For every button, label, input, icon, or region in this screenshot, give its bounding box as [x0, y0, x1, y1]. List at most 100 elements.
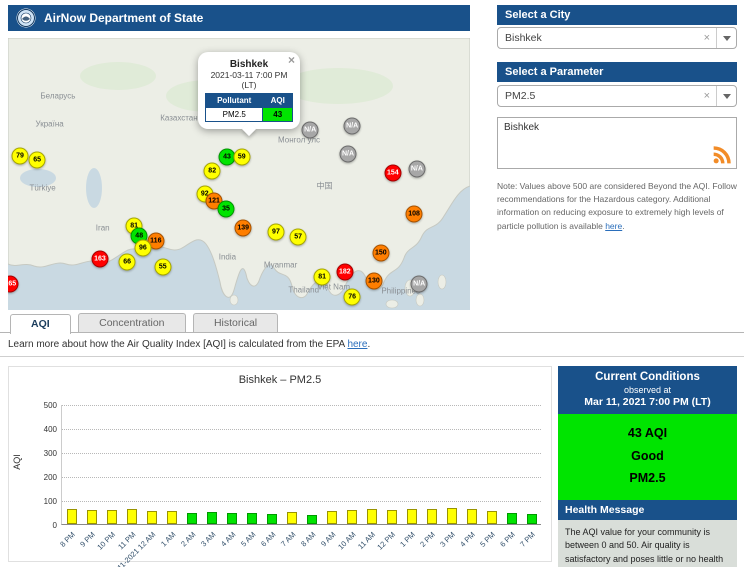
- chart-xtick: 1 PM: [399, 530, 418, 549]
- chart-bar[interactable]: [467, 509, 477, 524]
- aqi-marker[interactable]: 163: [91, 250, 108, 267]
- chart-bar[interactable]: [207, 512, 217, 524]
- chart-bar[interactable]: [427, 509, 437, 524]
- city-dropdown-icon[interactable]: [716, 28, 736, 48]
- aqi-marker[interactable]: N/A: [302, 122, 319, 139]
- note-suffix: .: [622, 221, 624, 231]
- aqi-marker[interactable]: 96: [134, 239, 151, 256]
- chart-bar[interactable]: [107, 510, 117, 524]
- chart-xtick: 2 PM: [419, 530, 438, 549]
- aqi-marker[interactable]: 82: [204, 163, 221, 180]
- aqi-marker[interactable]: 59: [233, 149, 250, 166]
- chart-xtick: 7 AM: [279, 530, 297, 548]
- chart-bar[interactable]: [67, 509, 77, 524]
- chart-xtick: 8 AM: [299, 530, 317, 548]
- chart-xtick: 3 AM: [199, 530, 217, 548]
- chart-bar[interactable]: [527, 514, 537, 524]
- tab-bar: AQI Concentration Historical: [0, 313, 744, 333]
- chart-ytick: 100: [15, 497, 57, 506]
- app-title: AirNow Department of State: [44, 11, 203, 25]
- chart-bar[interactable]: [87, 510, 97, 524]
- chart-ytick: 300: [15, 449, 57, 458]
- chart-gridline: [62, 429, 541, 430]
- popup-close-icon[interactable]: ×: [288, 54, 295, 66]
- learn-more-line: Learn more about how the Air Quality Ind…: [8, 339, 370, 350]
- map-canvas[interactable]: БеларусьУкраїнаКазахстанМонгол улс中国Türk…: [8, 38, 470, 310]
- chart-xtick: 6 PM: [499, 530, 518, 549]
- learn-more-text: Learn more about how the Air Quality Ind…: [8, 339, 347, 350]
- parameter-dropdown-icon[interactable]: [716, 86, 736, 106]
- aqi-marker[interactable]: 165: [8, 275, 19, 292]
- aqi-marker[interactable]: 130: [365, 272, 382, 289]
- chart-xtick: 6 AM: [259, 530, 277, 548]
- city-clear-icon[interactable]: ×: [698, 32, 716, 44]
- current-conditions-panel: Current Conditions observed at Mar 11, 2…: [558, 366, 737, 567]
- chart-title: Bishkek – PM2.5: [9, 374, 551, 386]
- observed-at-value: Mar 11, 2021 7:00 PM (LT): [562, 396, 733, 408]
- parameter-clear-icon[interactable]: ×: [698, 90, 716, 102]
- rss-icon[interactable]: [712, 145, 732, 165]
- chart-bar[interactable]: [267, 514, 277, 524]
- chart-bar[interactable]: [507, 513, 517, 524]
- chart-bar[interactable]: [167, 511, 177, 524]
- current-conditions-header: Current Conditions observed at Mar 11, 2…: [558, 366, 737, 414]
- chart-gridline: [62, 453, 541, 454]
- aqi-marker[interactable]: 57: [290, 228, 307, 245]
- chart-xtick: 7 PM: [519, 530, 538, 549]
- chart-bar[interactable]: [407, 509, 417, 524]
- chart-bar[interactable]: [127, 509, 137, 524]
- tab-historical[interactable]: Historical: [193, 313, 278, 332]
- divider: [0, 356, 744, 357]
- aqi-value-box: 43 AQI Good PM2.5: [558, 414, 737, 500]
- popup-col-aqi: AQI: [263, 94, 293, 108]
- aqi-marker[interactable]: 79: [12, 148, 29, 165]
- popup-timezone: (LT): [205, 80, 293, 90]
- note-here-link[interactable]: here: [605, 221, 622, 231]
- chart-bar[interactable]: [447, 508, 457, 524]
- chart-bar[interactable]: [367, 509, 377, 524]
- chart-bar[interactable]: [327, 511, 337, 524]
- aqi-marker[interactable]: 97: [267, 223, 284, 240]
- chart-bar[interactable]: [387, 510, 397, 524]
- aqi-marker[interactable]: N/A: [411, 276, 428, 293]
- chart-ytick: 500: [15, 401, 57, 410]
- chart-bar[interactable]: [487, 511, 497, 524]
- aqi-value: 43 AQI: [558, 422, 737, 445]
- aqi-marker[interactable]: 65: [29, 152, 46, 169]
- chart-xtick: 9 AM: [319, 530, 337, 548]
- select-city-header: Select a City: [497, 5, 737, 25]
- aqi-marker[interactable]: 182: [336, 263, 353, 280]
- aqi-marker[interactable]: 76: [344, 288, 361, 305]
- learn-more-here-link[interactable]: here: [347, 339, 367, 350]
- aqi-marker[interactable]: 139: [235, 219, 252, 236]
- app-header: AirNow Department of State: [8, 5, 470, 31]
- chart-bar[interactable]: [187, 513, 197, 524]
- chart-ytick: 400: [15, 425, 57, 434]
- tab-concentration[interactable]: Concentration: [78, 313, 185, 332]
- aqi-marker[interactable]: 108: [406, 205, 423, 222]
- aqi-marker[interactable]: 66: [119, 253, 136, 270]
- chart-xtick: 8 PM: [59, 530, 78, 549]
- city-select[interactable]: Bishkek ×: [497, 27, 737, 49]
- aqi-marker[interactable]: N/A: [344, 118, 361, 135]
- chart-gridline: [62, 477, 541, 478]
- chart-xtick: 11 AM: [356, 530, 377, 551]
- tab-aqi[interactable]: AQI: [10, 314, 71, 334]
- aqi-marker[interactable]: 154: [384, 165, 401, 182]
- map-popup: × Bishkek 2021-03-11 7:00 PM (LT) Pollut…: [198, 52, 300, 129]
- aqi-marker[interactable]: N/A: [408, 161, 425, 178]
- aqi-marker[interactable]: 150: [372, 244, 389, 261]
- aqi-marker[interactable]: 35: [218, 200, 235, 217]
- aqi-marker[interactable]: 55: [154, 258, 171, 275]
- chart-bar[interactable]: [227, 513, 237, 524]
- chart-xtick: 10 AM: [336, 530, 357, 551]
- chart-bar[interactable]: [347, 510, 357, 524]
- chart-bar[interactable]: [287, 512, 297, 524]
- aqi-marker[interactable]: N/A: [340, 146, 357, 163]
- aqi-marker[interactable]: 81: [314, 268, 331, 285]
- chart-xtick: 4 AM: [219, 530, 237, 548]
- chart-bar[interactable]: [307, 515, 317, 524]
- chart-bar[interactable]: [247, 513, 257, 524]
- parameter-select[interactable]: PM2.5 ×: [497, 85, 737, 107]
- chart-bar[interactable]: [147, 511, 157, 524]
